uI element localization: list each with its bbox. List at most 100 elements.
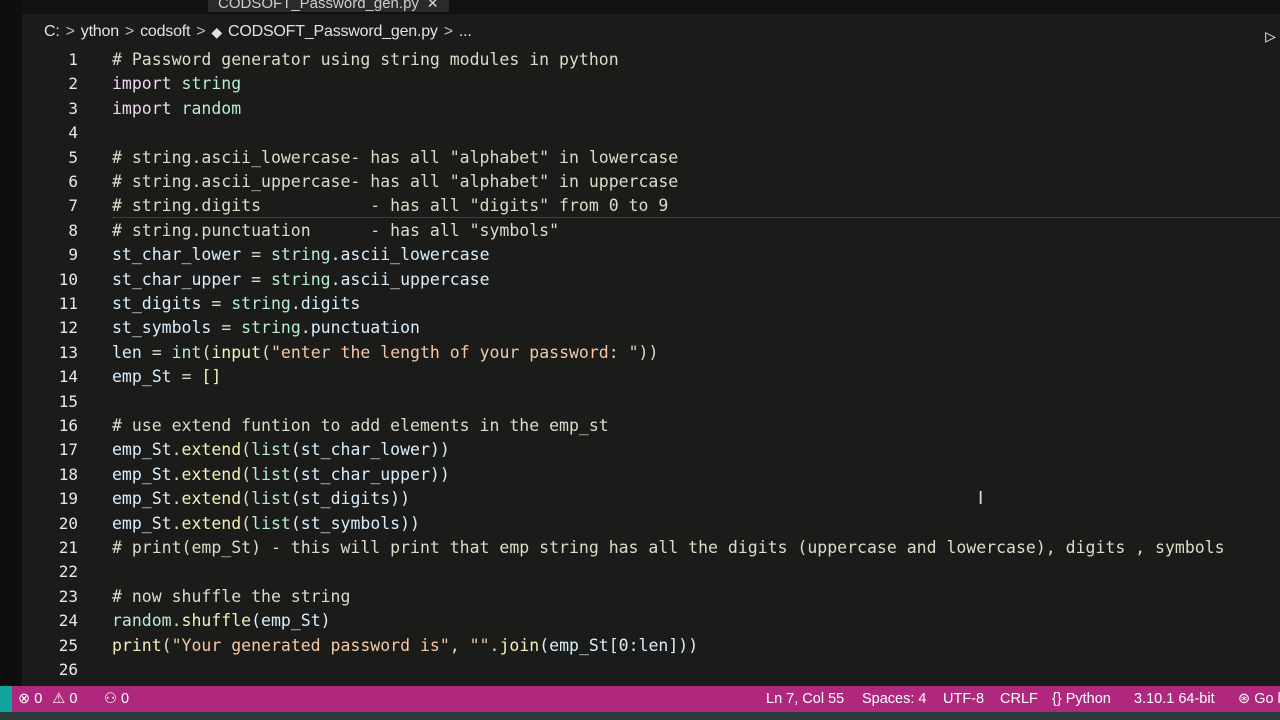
remote-indicator[interactable]	[0, 686, 12, 712]
line-number: 20	[58, 513, 78, 533]
go-live-button[interactable]: ⊛ Go l	[1238, 686, 1280, 712]
ports-indicator[interactable]: ⚇ 0	[104, 686, 129, 712]
close-icon[interactable]: ✕	[427, 0, 439, 12]
code-token: (st_symbols))	[290, 513, 420, 533]
line-code: st_char_upper = string.ascii_uppercase	[112, 268, 490, 292]
line-endings[interactable]: CRLF	[1000, 686, 1038, 712]
code-line[interactable]: 18 emp_St.extend(list(st_char_upper))	[22, 463, 1280, 487]
code-token: (	[241, 489, 252, 509]
line-number: 25	[58, 635, 78, 655]
line-code: random.shuffle(emp_St)	[112, 609, 331, 633]
code-line[interactable]: 25 print("Your generated password is", ""…	[22, 634, 1280, 658]
line-number: 6	[68, 172, 78, 191]
code-token: "Your generated password is"	[171, 635, 450, 655]
cursor-position[interactable]: Ln 7, Col 55	[766, 686, 844, 712]
code-token: =	[201, 294, 232, 313]
language-mode[interactable]: {} Python	[1052, 686, 1111, 712]
line-code: # string.digits - has all "digits" from …	[112, 194, 668, 218]
code-token: import	[112, 74, 182, 94]
line-code: emp_St.extend(list(st_symbols))	[112, 512, 420, 536]
breadcrumb-item-folder[interactable]: ython	[81, 23, 119, 41]
broadcast-icon: ⊛	[1238, 691, 1251, 707]
code-token: (emp_St)	[251, 611, 331, 631]
python-interpreter[interactable]: 3.10.1 64-bit	[1134, 686, 1215, 712]
breadcrumb-item-project[interactable]: codsoft	[140, 23, 190, 41]
code-token: .	[171, 489, 182, 509]
line-code: st_symbols = string.punctuation	[112, 316, 420, 340]
code-line[interactable]: 26	[22, 658, 1280, 682]
go-live-label: Go l	[1254, 691, 1280, 707]
code-token: list	[251, 464, 291, 484]
python-file-icon: ◆	[211, 23, 222, 40]
line-number: 18	[58, 464, 78, 484]
code-token: (st_char_lower))	[290, 440, 450, 460]
line-number: 3	[68, 98, 78, 118]
code-token: .ascii_uppercase	[330, 269, 490, 289]
code-token: emp_St	[112, 489, 172, 509]
code-line[interactable]: 10 st_char_upper = string.ascii_uppercase	[22, 268, 1280, 292]
code-line[interactable]: 24 random.shuffle(emp_St)	[22, 609, 1280, 633]
line-number: 17	[58, 440, 78, 460]
code-token: .	[171, 440, 182, 460]
editor-tab[interactable]: CODSOFT_Password_gen.py ✕	[208, 0, 449, 12]
line-code: st_digits = string.digits	[112, 292, 360, 316]
breadcrumb-item-file[interactable]: CODSOFT_Password_gen.py	[228, 23, 438, 41]
run-icon[interactable]: ▷	[1265, 26, 1276, 47]
code-token: # string.digits - has all "digits" from …	[112, 196, 669, 216]
code-token: ))	[638, 342, 659, 362]
code-line[interactable]: 12 st_symbols = string.punctuation	[22, 316, 1280, 340]
code-line[interactable]: 5 # string.ascii_lowercase- has all "alph…	[22, 146, 1280, 170]
code-line[interactable]: 1 # Password generator using string modul…	[22, 48, 1280, 72]
code-token: join	[499, 635, 540, 655]
line-number: 13	[58, 342, 78, 362]
line-number: 7	[68, 196, 78, 216]
code-line[interactable]: 16 # use extend funtion to add elements i…	[22, 414, 1280, 438]
line-number: 22	[58, 562, 78, 582]
code-line[interactable]: 9 st_char_lower = string.ascii_lowercase	[22, 243, 1280, 267]
code-line[interactable]: 22	[22, 560, 1280, 584]
code-token: (st_digits))	[290, 489, 411, 509]
code-line[interactable]: 11 st_digits = string.digits	[22, 292, 1280, 316]
code-line[interactable]: 14 emp_St = []	[22, 365, 1280, 389]
code-line[interactable]: 8 # string.punctuation - has all "symbols…	[22, 219, 1280, 243]
problems-indicator[interactable]: ⊗ 0 ⚠ 0	[18, 686, 77, 712]
indentation[interactable]: Spaces: 4	[862, 686, 927, 712]
code-token: .digits	[290, 294, 361, 313]
breadcrumb-item-symbols[interactable]: ...	[459, 23, 472, 41]
code-token: ,	[449, 635, 470, 655]
code-token: len	[112, 342, 142, 362]
code-token: extend	[181, 464, 242, 484]
encoding[interactable]: UTF-8	[943, 686, 984, 712]
code-line[interactable]: 20 emp_St.extend(list(st_symbols))	[22, 512, 1280, 536]
code-token: # use extend funtion to add elements in …	[112, 416, 609, 435]
breadcrumb-item-drive[interactable]: C:	[44, 23, 60, 41]
code-line[interactable]: 2 import string	[22, 72, 1280, 96]
code-editor[interactable]: 1 # Password generator using string modul…	[22, 48, 1280, 686]
line-code: emp_St.extend(list(st_char_lower))	[112, 438, 450, 462]
code-line[interactable]: 15	[22, 390, 1280, 414]
line-number: 26	[58, 660, 78, 679]
code-token: list	[251, 440, 291, 460]
code-line[interactable]: 23 # now shuffle the string	[22, 585, 1280, 609]
code-token: shuffle	[181, 611, 252, 631]
code-token: # string.punctuation - has all "symbols"	[112, 220, 560, 240]
code-line[interactable]: 6 # string.ascii_uppercase- has all "alph…	[22, 170, 1280, 194]
code-line[interactable]: 7 # string.digits - has all "digits" from…	[22, 194, 1280, 219]
line-code: emp_St = []	[112, 365, 221, 389]
line-code: # now shuffle the string	[112, 585, 350, 609]
chevron-right-icon: >	[65, 23, 75, 40]
code-token: []	[201, 367, 222, 387]
code-token: =	[241, 245, 271, 265]
line-number: 23	[58, 586, 78, 606]
code-line[interactable]: 4	[22, 121, 1280, 145]
status-bar: ⊗ 0 ⚠ 0 ⚇ 0 Ln 7, Col 55 Spaces: 4 UTF-8…	[0, 686, 1280, 712]
code-token: import	[112, 98, 182, 118]
code-line[interactable]: 13 len = int(input("enter the length of y…	[22, 341, 1280, 365]
code-token: .	[489, 635, 500, 655]
code-token: # now shuffle the string	[112, 586, 351, 606]
code-line[interactable]: 3 import random	[22, 97, 1280, 121]
taskbar-edge	[0, 712, 1280, 720]
code-line[interactable]: 21 # print(emp_St) - this will print that…	[22, 536, 1280, 560]
code-line[interactable]: 19 emp_St.extend(list(st_digits))	[22, 487, 1280, 511]
code-line[interactable]: 17 emp_St.extend(list(st_char_lower))	[22, 438, 1280, 462]
